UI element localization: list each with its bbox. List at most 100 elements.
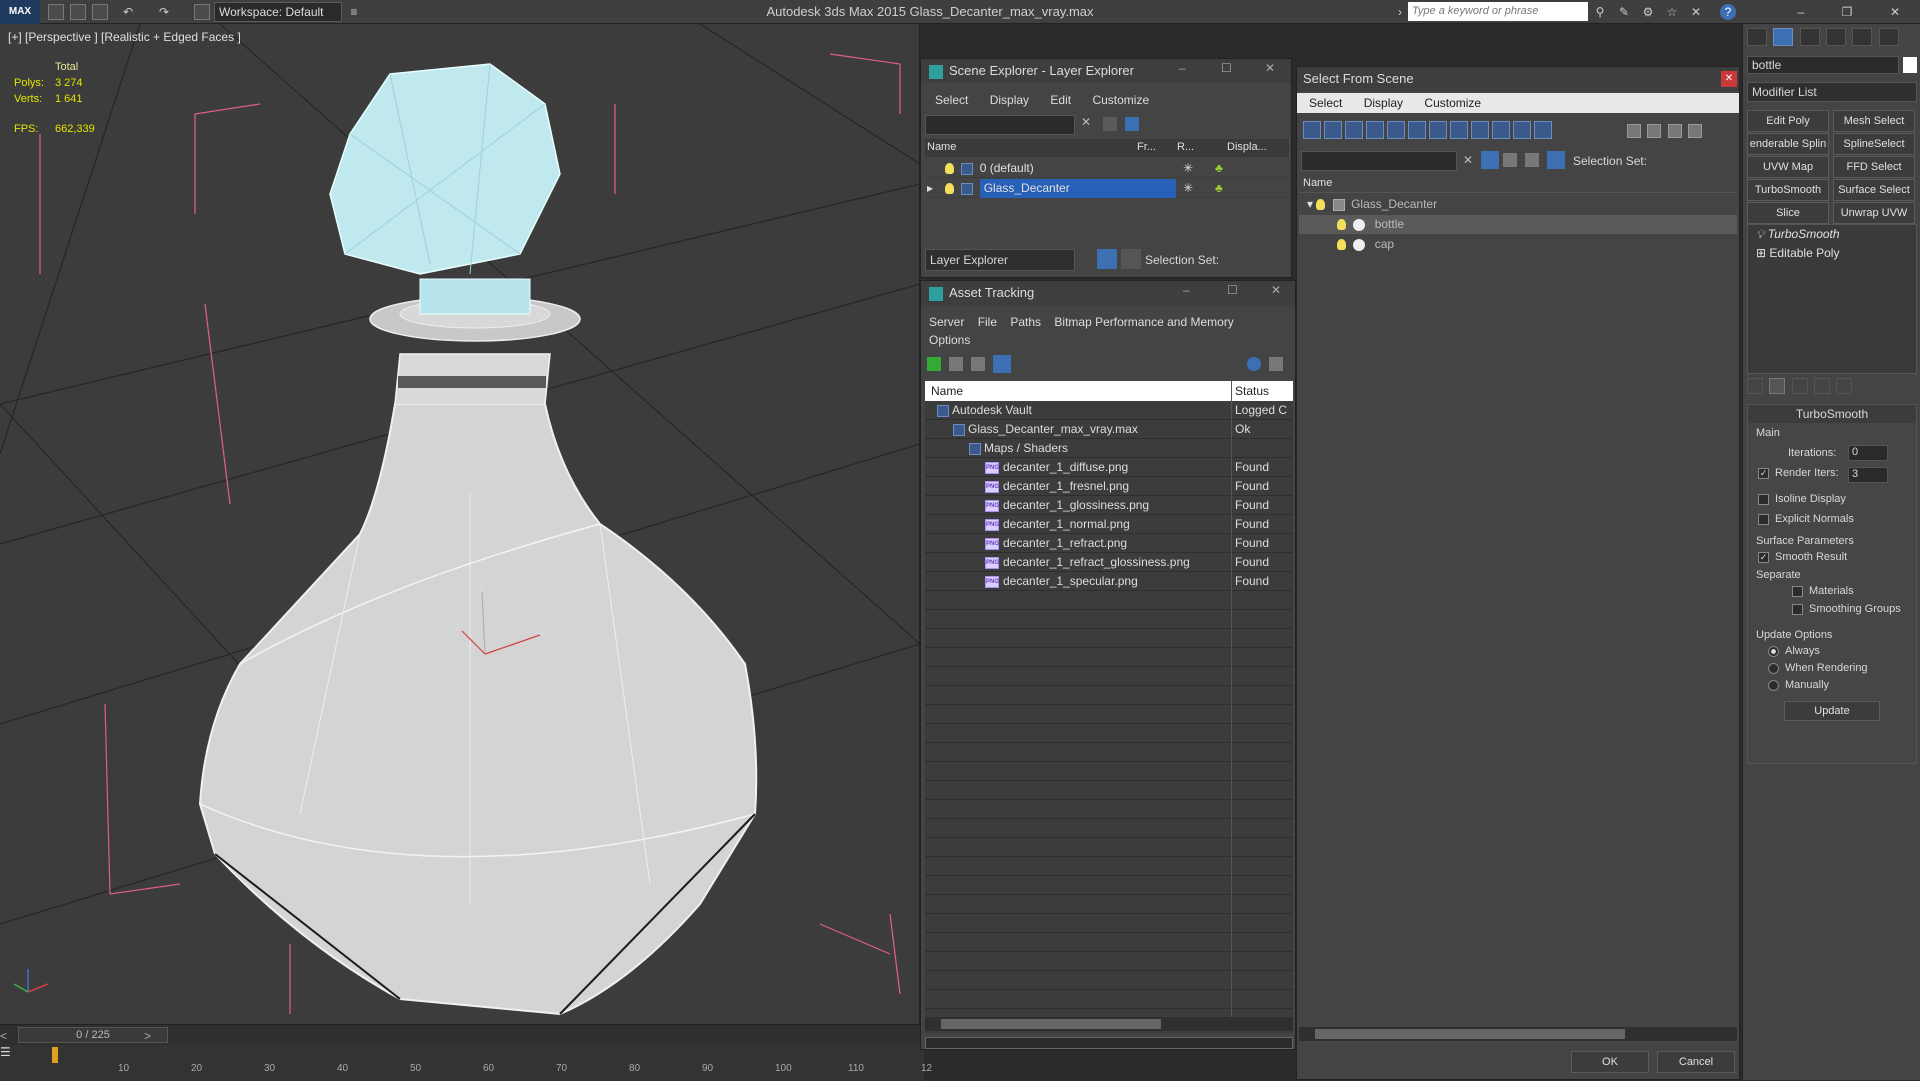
asset-row[interactable]: PNG decanter_1_refract_glossiness.png Foun…: [925, 553, 1293, 572]
close-window-icon[interactable]: ✕: [1884, 2, 1906, 22]
utilities-tab-icon[interactable]: [1878, 28, 1899, 46]
filter-helpers-icon[interactable]: [1387, 121, 1405, 139]
col-status[interactable]: Status: [1235, 384, 1269, 398]
prev-frame-icon[interactable]: <: [0, 1029, 7, 1043]
asset-row[interactable]: PNG decanter_1_specular.png Found: [925, 572, 1293, 591]
tree-row-group[interactable]: ▾ Glass_Decanter: [1299, 195, 1737, 214]
modifier-button[interactable]: enderable Splin: [1747, 133, 1829, 155]
render-teapot-icon[interactable]: ♣: [1215, 179, 1223, 198]
bulb-icon[interactable]: [1337, 219, 1346, 231]
display-tab-icon[interactable]: [1852, 28, 1873, 46]
show-end-result-icon[interactable]: [1769, 378, 1786, 394]
columns-icon[interactable]: [1647, 123, 1662, 138]
menu-customize[interactable]: Customize: [1424, 96, 1481, 110]
open-file-icon[interactable]: [70, 4, 86, 20]
asset-row[interactable]: PNG decanter_1_fresnel.png Found: [925, 477, 1293, 496]
modifier-button[interactable]: TurboSmooth: [1747, 179, 1829, 201]
cancel-button[interactable]: Cancel: [1657, 1051, 1735, 1073]
menu-server[interactable]: Server: [929, 315, 964, 329]
freeze-icon[interactable]: ✳: [1183, 159, 1193, 178]
smooth-result-row[interactable]: ✓ Smooth Result: [1758, 551, 1847, 563]
menu-file[interactable]: File: [978, 315, 997, 329]
isoline-checkbox[interactable]: [1758, 493, 1769, 505]
app-logo[interactable]: MAX: [0, 0, 40, 24]
layers-toggle-icon[interactable]: [1097, 249, 1117, 269]
smoothing-groups-row[interactable]: Smoothing Groups: [1792, 603, 1901, 615]
always-radio[interactable]: [1768, 645, 1779, 657]
menu-icon[interactable]: ≡: [346, 4, 362, 20]
workspace-dropdown[interactable]: Workspace: Default: [214, 2, 342, 22]
configure-sets-icon[interactable]: [1836, 378, 1853, 394]
search-input[interactable]: Type a keyword or phrase: [1408, 2, 1588, 21]
filter-bones-icon[interactable]: [1471, 121, 1489, 139]
chevron-right-icon[interactable]: ›: [1392, 4, 1408, 20]
manually-radio[interactable]: [1768, 679, 1779, 691]
modifier-button[interactable]: Mesh Select: [1833, 110, 1915, 132]
materials-checkbox[interactable]: [1792, 585, 1803, 597]
col-name[interactable]: Name: [931, 384, 963, 398]
filter-lights-icon[interactable]: [1345, 121, 1363, 139]
status-path-field[interactable]: [925, 1037, 1293, 1049]
col-render[interactable]: R...: [1177, 141, 1194, 153]
tree-row-selected[interactable]: bottle: [1299, 215, 1737, 234]
asset-row[interactable]: PNG decanter_1_refract.png Found: [925, 534, 1293, 553]
track-settings-icon[interactable]: ☰: [0, 1045, 20, 1065]
menu-display[interactable]: Display: [1364, 96, 1403, 110]
asset-row[interactable]: PNG decanter_1_diffuse.png Found: [925, 458, 1293, 477]
undo-icon[interactable]: ↶: [120, 4, 136, 20]
when-rendering-row[interactable]: When Rendering: [1768, 662, 1868, 674]
filter-shapes-icon[interactable]: [1324, 121, 1342, 139]
minimize-icon[interactable]: –: [1179, 61, 1186, 75]
filter-xrefs-icon[interactable]: [1450, 121, 1468, 139]
explicit-normals-checkbox[interactable]: [1758, 513, 1769, 525]
scrollbar-thumb[interactable]: [941, 1019, 1161, 1029]
menu-select[interactable]: Select: [1309, 96, 1342, 110]
asset-row[interactable]: PNG decanter_1_glossiness.png Found: [925, 496, 1293, 515]
modify-tab-icon[interactable]: [1773, 28, 1794, 46]
stack-item-turbosmooth[interactable]: 💡︎ TurboSmooth: [1748, 225, 1916, 244]
clear-filter-icon[interactable]: ✕: [1463, 153, 1473, 167]
settings-icon[interactable]: [1269, 357, 1283, 371]
maximize-icon[interactable]: ☐: [1227, 283, 1238, 297]
star-icon[interactable]: ☆: [1664, 4, 1680, 20]
remove-modifier-icon[interactable]: [1814, 378, 1831, 394]
manually-row[interactable]: Manually: [1768, 679, 1829, 691]
time-marker[interactable]: [52, 1047, 58, 1063]
details-view-icon[interactable]: [971, 357, 985, 371]
filter-groups-icon[interactable]: [1429, 121, 1447, 139]
asset-row[interactable]: PNG decanter_1_normal.png Found: [925, 515, 1293, 534]
tools-icon[interactable]: ✎: [1616, 4, 1632, 20]
new-file-icon[interactable]: [48, 4, 64, 20]
col-name[interactable]: Name: [927, 141, 956, 153]
stack-bulb-icon[interactable]: 💡︎: [1756, 227, 1764, 241]
menu-display[interactable]: Display: [990, 93, 1029, 107]
modifier-button[interactable]: Unwrap UVW: [1833, 202, 1915, 224]
menu-customize[interactable]: Customize: [1092, 93, 1149, 107]
filter-geometry-icon[interactable]: [1303, 121, 1321, 139]
layers-icon[interactable]: [1525, 153, 1539, 167]
tree-row[interactable]: cap: [1299, 235, 1737, 254]
scrollbar-thumb[interactable]: [1315, 1029, 1625, 1039]
explicit-normals-row[interactable]: Explicit Normals: [1758, 513, 1854, 525]
modifier-button[interactable]: FFD Select: [1833, 156, 1915, 178]
modifier-button[interactable]: SplineSelect: [1833, 133, 1915, 155]
list-view-icon[interactable]: [949, 357, 963, 371]
filter-frozen-icon[interactable]: [1534, 121, 1552, 139]
minimize-icon[interactable]: –: [1790, 2, 1812, 22]
layer-tools-icon[interactable]: [1103, 117, 1117, 131]
layer-row[interactable]: 0 (default) ✳ ♣: [925, 159, 1289, 178]
menu-select[interactable]: Select: [935, 93, 968, 107]
close-icon[interactable]: ✕: [1721, 71, 1737, 87]
scene-filter-input[interactable]: [925, 115, 1075, 135]
filter-space-warps-icon[interactable]: [1408, 121, 1426, 139]
when-rendering-radio[interactable]: [1768, 662, 1779, 674]
refresh-icon[interactable]: [927, 357, 941, 371]
explorer-type-dropdown[interactable]: Layer Explorer: [925, 249, 1075, 271]
layer-row[interactable]: ▸ Glass_Decanter ✳ ♣: [925, 179, 1289, 198]
hierarchy-tab-icon[interactable]: [1799, 28, 1820, 46]
maximize-icon[interactable]: ☐: [1221, 61, 1232, 75]
close-x-icon[interactable]: ✕: [1688, 4, 1704, 20]
help-icon[interactable]: ?: [1720, 4, 1736, 20]
render-iters-checkbox[interactable]: ✓: [1758, 467, 1769, 479]
bulb-icon[interactable]: [945, 163, 954, 175]
